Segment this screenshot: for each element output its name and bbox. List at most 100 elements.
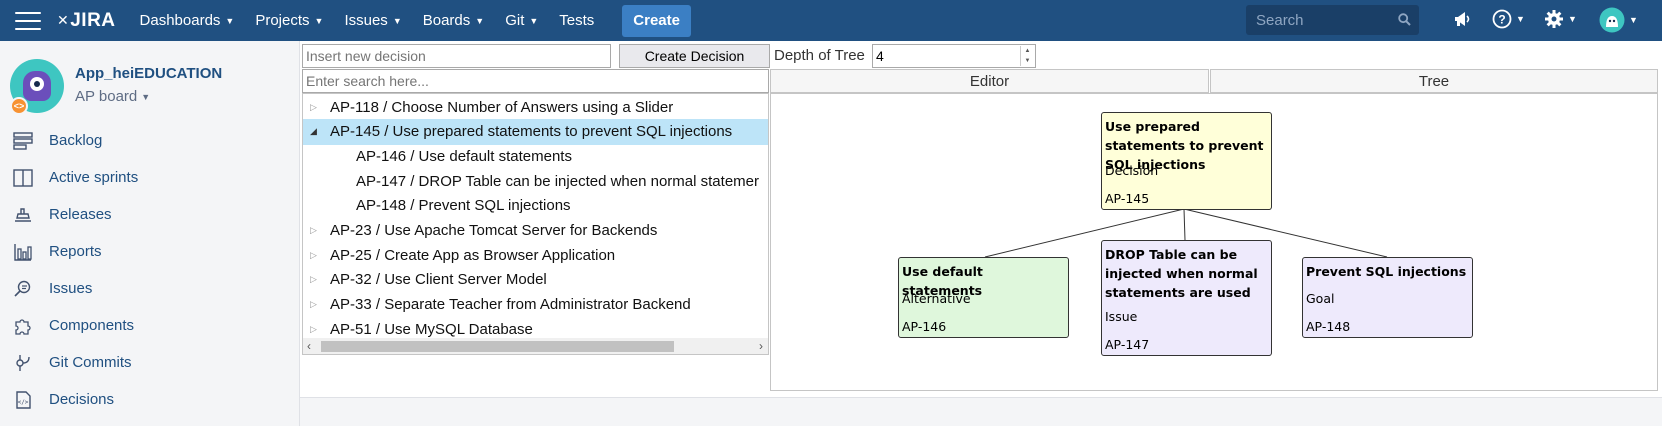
svg-text:?: ? (1498, 13, 1505, 27)
sidebar-item-label: Releases (49, 206, 112, 223)
sidebar-item-issues[interactable]: Issues (0, 270, 300, 307)
edge-root-to-issue (1183, 208, 1186, 241)
nav-label: Projects (255, 12, 310, 29)
node-type: Goal (1306, 291, 1335, 306)
releases-icon (11, 205, 35, 225)
new-decision-input[interactable] (302, 44, 611, 68)
collapse-arrow-icon[interactable]: ◢ (310, 126, 320, 137)
tree-item[interactable]: ▷ AP-23 / Use Apache Tomcat Server for Ba… (303, 218, 768, 244)
horizontal-scrollbar[interactable]: ‹ › (303, 338, 768, 354)
graph-node-goal[interactable]: Prevent SQL injections Goal AP-148 (1302, 257, 1473, 338)
expand-arrow-icon[interactable]: ▷ (310, 102, 320, 113)
depth-value: 4 (876, 48, 884, 64)
tree-item-label: AP-147 / DROP Table can be injected when… (356, 172, 759, 190)
expand-arrow-icon[interactable]: ▷ (310, 324, 320, 335)
scrollbar-thumb[interactable] (321, 341, 674, 352)
node-title: Prevent SQL injections (1306, 264, 1467, 279)
project-name[interactable]: App_heiEDUCATION (75, 65, 222, 82)
components-icon (11, 316, 35, 336)
project-avatar[interactable]: <> (10, 59, 64, 115)
number-stepper[interactable]: ▲ ▼ (1020, 46, 1034, 66)
code-badge-icon: <> (10, 97, 28, 115)
search-icon (1398, 13, 1411, 30)
notifications-icon[interactable] (1452, 9, 1472, 29)
sidebar-item-label: Git Commits (49, 354, 132, 371)
tree-item[interactable]: ▷ AP-118 / Choose Number of Answers using… (303, 94, 768, 120)
sidebar-item-label: Reports (49, 243, 102, 260)
nav-issues[interactable]: Issues ▼ (344, 12, 401, 29)
tab-editor[interactable]: Editor (770, 69, 1209, 93)
sidebar-item-label: Components (49, 317, 135, 334)
stepper-up-icon[interactable]: ▲ (1021, 46, 1034, 56)
tree-search-input[interactable] (302, 69, 769, 93)
board-selector[interactable]: AP board ▼ (75, 88, 150, 105)
tree-item[interactable]: AP-146 / Use default statements (303, 143, 768, 169)
project-header: <> App_heiEDUCATION AP board ▼ (10, 59, 222, 115)
tree-item-label: AP-51 / Use MySQL Database (330, 320, 533, 338)
chevron-down-icon: ▼ (1629, 15, 1638, 25)
tree-item[interactable]: AP-147 / DROP Table can be injected when… (303, 168, 768, 194)
chevron-down-icon: ▼ (1516, 14, 1525, 24)
chevron-down-icon: ▼ (314, 15, 324, 26)
expand-arrow-icon[interactable]: ▷ (310, 250, 320, 261)
tab-tree[interactable]: Tree (1210, 69, 1658, 93)
node-type: Alternative (902, 291, 971, 306)
sidebar-menu: Backlog Active sprints Releases Reports … (0, 122, 300, 418)
tree-item-label: AP-23 / Use Apache Tomcat Server for Bac… (330, 222, 658, 239)
depth-of-tree-input[interactable]: 4 ▲ ▼ (872, 44, 1036, 68)
sidebar-item-label: Decisions (49, 391, 115, 408)
sidebar-item-label: Backlog (49, 132, 103, 149)
sidebar-item-git-commits[interactable]: Git Commits (0, 344, 300, 381)
tree-item[interactable]: ▷ AP-33 / Separate Teacher from Administr… (303, 292, 768, 318)
graph-node-alternative[interactable]: Use default statements Alternative AP-14… (898, 257, 1069, 338)
nav-label: Git (505, 12, 525, 29)
create-decision-button[interactable]: Create Decision (619, 44, 770, 68)
scroll-right-icon[interactable]: › (759, 339, 763, 353)
scroll-left-icon[interactable]: ‹ (307, 339, 311, 353)
decision-knowledge-view: Create Decision Depth of Tree 4 ▲▼ Edito… (300, 41, 1662, 426)
menu-icon[interactable] (15, 11, 41, 30)
user-avatar[interactable]: ▼ (1599, 7, 1638, 33)
active-sprints-icon (11, 168, 35, 188)
nav-dashboards[interactable]: Dashboards ▼ (140, 12, 235, 29)
nav-boards[interactable]: Boards ▼ (423, 12, 484, 29)
nav-label: Dashboards (139, 12, 221, 29)
chevron-down-icon: ▼ (529, 15, 539, 26)
settings-gear-icon[interactable]: ▼ (1544, 9, 1577, 29)
backlog-icon (11, 131, 35, 151)
search-input[interactable]: Search (1246, 5, 1419, 35)
depth-of-tree-label: Depth of Tree (774, 47, 865, 64)
decision-graph: Use prepared statements to prevent SQL i… (770, 93, 1658, 391)
jira-logo[interactable]: ✕ JIRA (57, 10, 116, 32)
expand-arrow-icon[interactable]: ▷ (310, 299, 320, 310)
graph-node-issue[interactable]: DROP Table can be injected when normal s… (1101, 240, 1272, 356)
tree-item-label: AP-33 / Separate Teacher from Administra… (330, 296, 691, 314)
nav-label: Boards (422, 12, 471, 29)
project-sidebar: <> App_heiEDUCATION AP board ▼ Backlog A… (0, 41, 300, 426)
tree-item-label: AP-118 / Choose Number of Answers using … (330, 98, 674, 116)
nav-git[interactable]: Git ▼ (505, 12, 538, 29)
sidebar-item-backlog[interactable]: Backlog (0, 122, 300, 159)
stepper-down-icon[interactable]: ▼ (1021, 56, 1034, 66)
node-type: Decision (1105, 163, 1159, 178)
tree-item[interactable]: ▷ AP-32 / Use Client Server Model (303, 267, 768, 293)
sidebar-item-active-sprints[interactable]: Active sprints (0, 159, 300, 196)
sidebar-item-reports[interactable]: Reports (0, 233, 300, 270)
node-key: AP-147 (1105, 337, 1150, 352)
nav-label: Issues (344, 12, 388, 29)
expand-arrow-icon[interactable]: ▷ (310, 274, 320, 285)
reports-icon (11, 242, 35, 262)
help-icon[interactable]: ? ▼ (1492, 9, 1525, 29)
chevron-down-icon: ▼ (141, 91, 151, 102)
sidebar-item-components[interactable]: Components (0, 307, 300, 344)
nav-projects[interactable]: Projects ▼ (255, 12, 323, 29)
sidebar-item-decisions[interactable]: </> Decisions (0, 381, 300, 418)
tree-item[interactable]: ◢ AP-145 / Use prepared statements to pre… (303, 118, 768, 145)
sidebar-item-releases[interactable]: Releases (0, 196, 300, 233)
nav-tests[interactable]: Tests (559, 12, 594, 29)
graph-node-decision[interactable]: Use prepared statements to prevent SQL i… (1101, 112, 1272, 210)
create-button[interactable]: Create (622, 4, 691, 37)
tree-item[interactable]: ▷ AP-25 / Create App as Browser Applicati… (303, 242, 768, 268)
expand-arrow-icon[interactable]: ▷ (310, 225, 320, 236)
tree-item[interactable]: AP-148 / Prevent SQL injections (303, 193, 768, 219)
